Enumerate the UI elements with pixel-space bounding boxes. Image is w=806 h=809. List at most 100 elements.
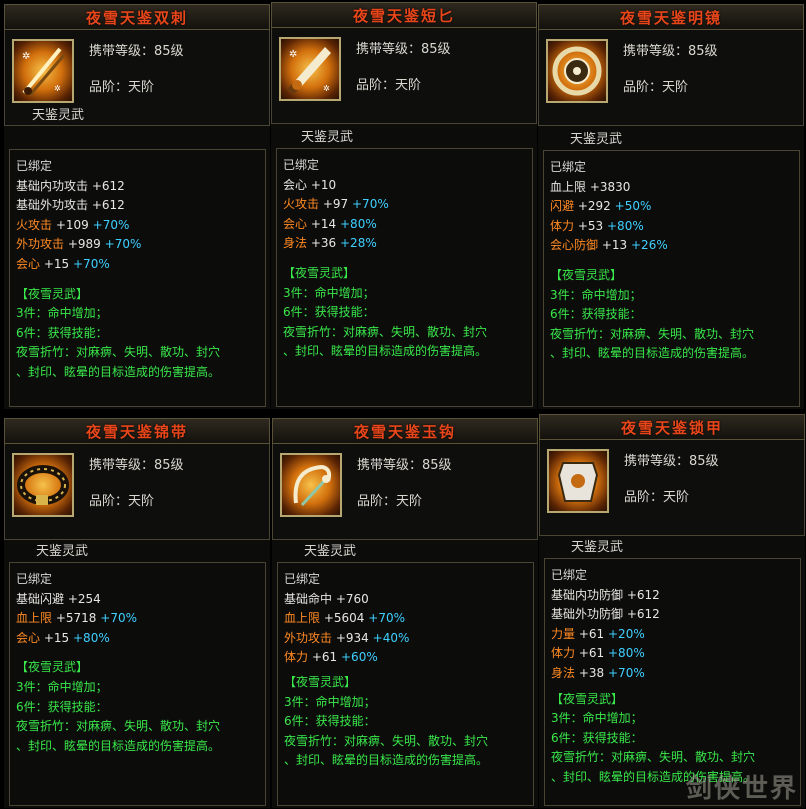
set-line: 3件：命中增加； (283, 285, 375, 300)
grade: 品阶：天阶 (89, 494, 155, 509)
stat-row: 外功攻击 +934 +40% (284, 630, 410, 645)
stat-row: 会心 +15 +70% (16, 256, 110, 271)
stat-row: 会心 +14 +80% (283, 216, 377, 231)
bound-status: 已绑定 (283, 158, 320, 172)
item-name: 夜雪天鉴锦带 (85, 422, 188, 441)
twin-daggers-icon[interactable]: ✲ ✲ (12, 39, 74, 103)
bound-status: 已绑定 (16, 159, 53, 173)
set-line: 6件：获得技能： (16, 699, 108, 714)
stat-row: 会心防御 +13 +26% (550, 238, 668, 253)
set-line: 3件：命中增加； (16, 679, 108, 694)
item-attributes: 已绑定 基础内功攻击 +612 基础外功攻击 +612 火攻击 +109 +70… (9, 149, 266, 407)
set-line: 3件：命中增加； (551, 711, 643, 726)
stat-row: 基础内功攻击 +612 (16, 178, 125, 193)
grade: 品阶：天阶 (623, 80, 689, 95)
stat-row: 体力 +53 +80% (550, 218, 644, 233)
item-header: 携带等级：85级 品阶：天阶 (272, 444, 538, 540)
stat-row: 火攻击 +97 +70% (283, 197, 389, 212)
grade: 品阶：天阶 (357, 494, 423, 509)
set-line: 6件：获得技能： (16, 325, 108, 340)
grade: 品阶：天阶 (356, 78, 422, 93)
item-title-bar: 夜雪天鉴双刺 (4, 4, 270, 30)
set-line: 6件：获得技能： (550, 307, 642, 322)
carry-level: 携带等级：85级 (623, 44, 718, 59)
svg-text:✲: ✲ (54, 84, 61, 93)
set-line: 夜雪折竹：对麻痹、失明、散功、封穴 (16, 719, 221, 734)
item-title-bar: 夜雪天鉴锦带 (4, 418, 270, 444)
set-line: 夜雪折竹：对麻痹、失明、散功、封穴 (283, 324, 488, 339)
stat-row: 基础外功防御 +612 (551, 607, 660, 622)
bound-status: 已绑定 (551, 568, 588, 582)
carry-level: 携带等级：85级 (624, 454, 719, 469)
item-card-jade-hook: 夜雪天鉴玉钩 携带等级：85级 品阶：天阶 天鉴灵武 已绑定 基础命中 +760… (272, 418, 538, 808)
item-card-dagger: 夜雪天鉴短匕 ✲ ✲ 携带等级：85级 品阶：天阶 天鉴灵武 已绑定 会心 +10… (271, 2, 537, 409)
series-name: 天鉴灵武 (570, 132, 623, 147)
carry-level: 携带等级：85级 (89, 44, 184, 59)
series-name: 天鉴灵武 (304, 544, 357, 559)
belt-icon[interactable] (12, 453, 74, 517)
set-line: 、封印、眩晕的目标造成的伤害提高。 (16, 364, 221, 379)
item-name: 夜雪天鉴双刺 (85, 8, 188, 27)
set-line: 6件：获得技能： (551, 730, 643, 745)
item-card-belt: 夜雪天鉴锦带 携带等级：85级 品阶：天阶 天鉴灵武 已绑定 基础闪避 +254… (4, 418, 270, 808)
set-title: 【夜雪灵武】 (284, 674, 357, 689)
stat-row: 火攻击 +109 +70% (16, 217, 130, 232)
carry-level: 携带等级：85级 (357, 458, 452, 473)
set-line: 3件：命中增加； (284, 694, 376, 709)
svg-text:✲: ✲ (289, 49, 297, 60)
set-title: 【夜雪灵武】 (16, 286, 89, 301)
item-attributes: 已绑定 血上限 +3830 闪避 +292 +50% 体力 +53 +80% 会… (543, 150, 800, 407)
bound-status: 已绑定 (550, 160, 587, 174)
stat-row: 身法 +38 +70% (551, 665, 645, 680)
set-line: 3件：命中增加； (16, 306, 108, 321)
series-name: 天鉴灵武 (36, 544, 89, 559)
chain-armor-icon[interactable] (547, 449, 609, 513)
jade-hook-icon[interactable] (280, 453, 342, 517)
item-card-twin-daggers: 夜雪天鉴双刺 ✲ ✲ 携带等级：85级 品阶：天阶 天鉴灵武 已绑定 基础内功攻击… (4, 4, 270, 409)
stat-row: 基础外功攻击 +612 (16, 198, 125, 213)
item-title-bar: 夜雪天鉴玉钩 (272, 418, 538, 444)
svg-text:✲: ✲ (22, 51, 30, 62)
svg-text:✲: ✲ (323, 84, 330, 93)
stat-row: 基础命中 +760 (284, 591, 369, 606)
set-line: 、封印、眩晕的目标造成的伤害提高。 (284, 753, 489, 768)
set-title: 【夜雪灵武】 (16, 660, 89, 675)
bound-status: 已绑定 (16, 572, 53, 586)
grade: 品阶：天阶 (624, 490, 690, 505)
stat-row: 身法 +36 +28% (283, 236, 377, 251)
series-name: 天鉴灵武 (571, 540, 624, 555)
site-watermark: 剑侠世界 (685, 774, 798, 804)
set-line: 、封印、眩晕的目标造成的伤害提高。 (283, 344, 488, 359)
bound-status: 已绑定 (284, 572, 321, 586)
set-line: 夜雪折竹：对麻痹、失明、散功、封穴 (551, 750, 756, 765)
item-attributes: 已绑定 基础闪避 +254 血上限 +5718 +70% 会心 +15 +80%… (9, 562, 266, 806)
stat-row: 血上限 +5604 +70% (284, 611, 405, 626)
item-title-bar: 夜雪天鉴明镜 (538, 4, 804, 30)
item-name: 夜雪天鉴明镜 (619, 8, 722, 27)
set-line: 、封印、眩晕的目标造成的伤害提高。 (16, 738, 221, 753)
set-line: 夜雪折竹：对麻痹、失明、散功、封穴 (284, 733, 489, 748)
series-name: 天鉴灵武 (301, 130, 354, 145)
stat-row: 力量 +61 +20% (551, 626, 645, 641)
carry-level: 携带等级：85级 (89, 458, 184, 473)
stat-row: 基础内功防御 +612 (551, 587, 660, 602)
set-line: 6件：获得技能： (283, 305, 375, 320)
dagger-icon[interactable]: ✲ ✲ (279, 37, 341, 101)
set-title: 【夜雪灵武】 (551, 691, 624, 706)
item-header: 携带等级：85级 品阶：天阶 (538, 30, 804, 126)
stat-row: 血上限 +5718 +70% (16, 611, 137, 626)
item-name: 夜雪天鉴玉钩 (353, 422, 456, 441)
item-header: ✲ ✲ 携带等级：85级 品阶：天阶 (271, 28, 537, 124)
item-name: 夜雪天鉴锁甲 (620, 418, 723, 437)
item-card-mirror: 夜雪天鉴明镜 携带等级：85级 品阶：天阶 天鉴灵武 已绑定 血上限 +3830… (538, 4, 804, 409)
item-card-chain-armor: 夜雪天鉴锁甲 携带等级：85级 品阶：天阶 天鉴灵武 已绑定 基础内功防御 +6… (539, 414, 805, 808)
stat-row: 体力 +61 +80% (551, 646, 645, 661)
stat-row: 闪避 +292 +50% (550, 199, 652, 214)
set-line: 6件：获得技能： (284, 714, 376, 729)
set-line: 夜雪折竹：对麻痹、失明、散功、封穴 (550, 326, 755, 341)
item-title-bar: 夜雪天鉴短匕 (271, 2, 537, 28)
mirror-icon[interactable] (546, 39, 608, 103)
stat-row: 体力 +61 +60% (284, 650, 378, 665)
set-line: 夜雪折竹：对麻痹、失明、散功、封穴 (16, 345, 221, 360)
set-title: 【夜雪灵武】 (550, 267, 623, 282)
